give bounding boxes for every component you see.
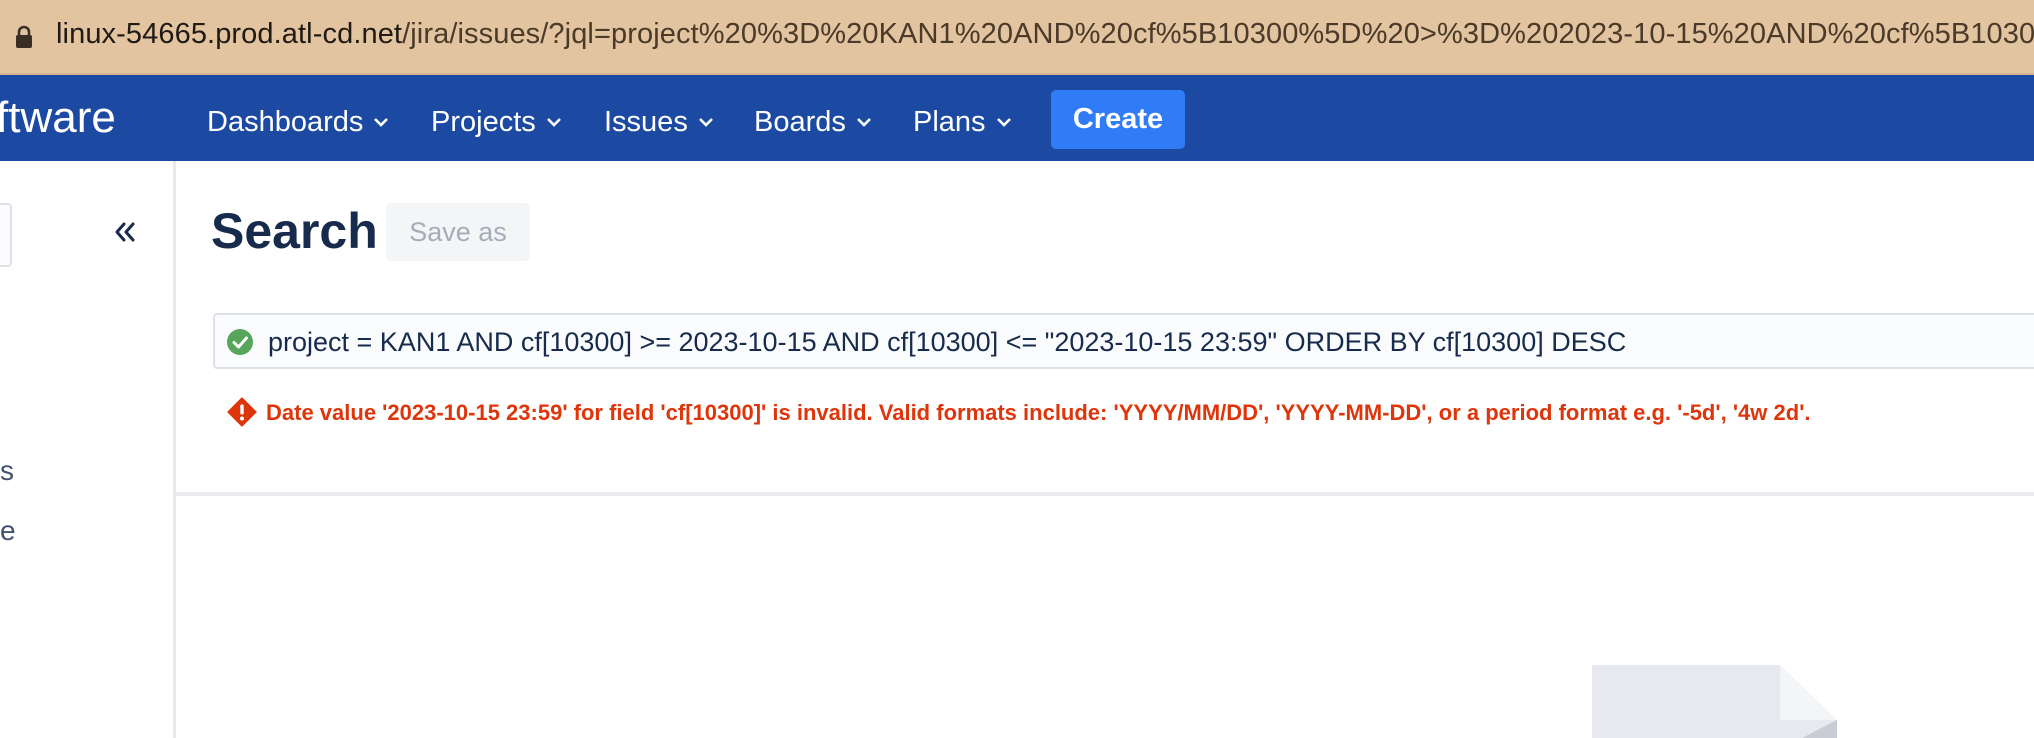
nav-boards-label: Boards bbox=[754, 105, 846, 138]
url-path: /jira/issues/?jql=project%20%3D%20KAN1%2… bbox=[402, 18, 2034, 50]
sidebar-item[interactable]: s bbox=[0, 455, 14, 487]
chevron-down-icon bbox=[546, 118, 561, 127]
chevron-down-icon bbox=[698, 118, 713, 127]
error-diamond-icon bbox=[227, 397, 257, 427]
nav-projects[interactable]: Projects bbox=[431, 102, 562, 142]
nav-dashboards-label: Dashboards bbox=[207, 105, 364, 138]
collapse-sidebar-icon[interactable] bbox=[110, 217, 140, 247]
nav-issues[interactable]: Issues bbox=[604, 102, 714, 142]
nav-plans[interactable]: Plans bbox=[913, 102, 1012, 142]
section-divider bbox=[176, 492, 2034, 496]
save-as-button[interactable]: Save as bbox=[386, 203, 530, 261]
sidebar-search-box[interactable] bbox=[0, 203, 12, 267]
sidebar-item[interactable]: e bbox=[0, 515, 16, 547]
chevron-down-icon bbox=[996, 118, 1011, 127]
jql-error-message: Date value '2023-10-15 23:59' for field … bbox=[266, 400, 1811, 425]
jql-query-text: project = KAN1 AND cf[10300] >= 2023-10-… bbox=[268, 327, 1627, 357]
nav-dashboards[interactable]: Dashboards bbox=[207, 102, 389, 142]
nav-boards[interactable]: Boards bbox=[754, 102, 872, 142]
url-host: linux-54665.prod.atl-cd.net bbox=[56, 18, 403, 50]
chevron-down-icon bbox=[856, 118, 871, 127]
nav-plans-label: Plans bbox=[913, 105, 986, 138]
url-text[interactable]: linux-54665.prod.atl-cd.net/jira/issues/… bbox=[56, 18, 2034, 51]
browser-address-bar[interactable]: linux-54665.prod.atl-cd.net/jira/issues/… bbox=[0, 0, 2034, 75]
product-logo-text[interactable]: ftware bbox=[0, 93, 116, 143]
top-navigation: ftware Dashboards Projects Issues Boards… bbox=[0, 75, 2034, 161]
left-sidebar: s e bbox=[0, 161, 176, 738]
lock-icon bbox=[16, 25, 32, 48]
chevron-down-icon bbox=[374, 118, 389, 127]
nav-issues-label: Issues bbox=[604, 105, 688, 138]
check-circle-icon bbox=[227, 329, 253, 355]
empty-results-illustration bbox=[1592, 665, 1837, 738]
create-button[interactable]: Create bbox=[1051, 90, 1185, 149]
page-title: Search bbox=[211, 203, 378, 259]
jql-search-input[interactable]: project = KAN1 AND cf[10300] >= 2023-10-… bbox=[213, 313, 2034, 369]
nav-projects-label: Projects bbox=[431, 105, 536, 138]
